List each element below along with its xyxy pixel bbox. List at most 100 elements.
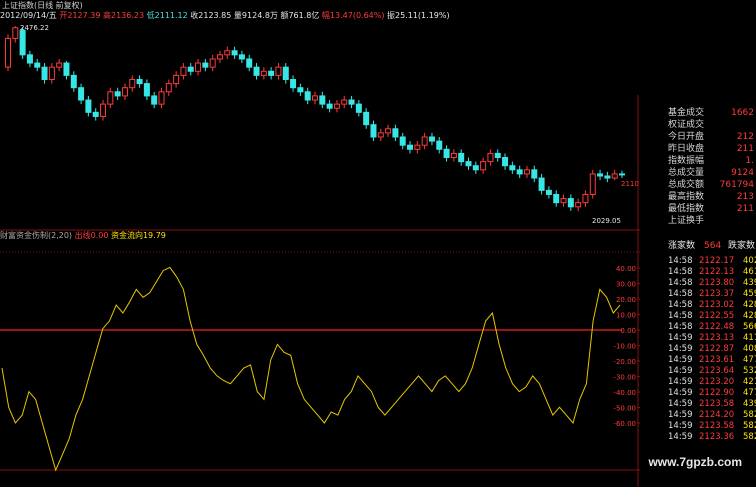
tick-price: 2123.37 — [699, 289, 735, 299]
tick-row: 14:59 2123.20 421 — [668, 377, 756, 388]
tick-volume: 477 — [743, 388, 756, 398]
tick-row: 14:58 2122.13 461 — [668, 267, 756, 278]
candle — [333, 100, 340, 113]
candle — [560, 194, 567, 207]
candle — [487, 149, 494, 166]
candle — [246, 54, 253, 72]
panel-row-label: 基金成交 — [668, 108, 705, 118]
candle — [619, 170, 625, 179]
candle — [158, 87, 165, 109]
tick-row: 14:58 2122.55 428 — [668, 311, 756, 322]
tick-volume: 582 — [743, 421, 756, 431]
tick-price: 2122.87 — [699, 344, 735, 354]
candle — [509, 161, 516, 174]
indicator-axis-label: 30.00 — [616, 281, 636, 289]
tick-price: 2122.55 — [699, 311, 735, 321]
panel-row-value: 9124 — [731, 168, 754, 178]
candle — [436, 136, 443, 154]
tick-time: 14:58 — [668, 311, 693, 321]
candle — [48, 63, 55, 84]
candle — [523, 165, 530, 179]
candle — [187, 63, 194, 76]
candle — [143, 79, 150, 101]
indicator-axis-label: -30.00 — [613, 374, 636, 382]
chart-canvas[interactable]: 2476.22 2029.05 2110 40.00 30.00 20.00 10.0… — [0, 0, 640, 487]
panel-row-label: 上证换手 — [668, 216, 705, 226]
fund-flow-line — [1, 266, 621, 472]
tick-volume: 532 — [743, 366, 756, 376]
candle — [465, 157, 472, 170]
tick-volume: 477 — [743, 355, 756, 365]
tick-time: 14:59 — [668, 366, 693, 376]
panel-row-value: 212 — [736, 132, 754, 142]
panel-row-label: 权证成交 — [668, 120, 705, 130]
candle — [129, 75, 136, 92]
tick-volume: 582 — [743, 410, 756, 420]
tick-row: 14:59 2123.58 439 — [668, 399, 756, 410]
tick-time: 14:59 — [668, 432, 693, 442]
candle — [290, 75, 297, 92]
tick-time: 14:58 — [668, 278, 693, 288]
candle — [114, 87, 121, 101]
panel-row: 最低指数 211 — [642, 203, 756, 215]
up-count: 564 — [704, 241, 722, 251]
candle — [428, 132, 435, 146]
tick-price: 2123.64 — [699, 366, 735, 376]
candle — [282, 63, 289, 84]
indicator-axis-label: -20.00 — [613, 358, 636, 366]
tick-price: 2123.20 — [699, 377, 735, 387]
candle — [85, 95, 92, 117]
tick-volume: 402 — [743, 256, 756, 266]
candle — [209, 54, 216, 72]
candle — [180, 63, 187, 80]
candle — [173, 71, 180, 88]
indicator-line1-value: 0.00 — [90, 231, 109, 240]
panel-row: 上证换手 — [642, 215, 756, 227]
candle — [319, 91, 326, 109]
candle — [458, 149, 465, 166]
tick-row: 14:59 2122.87 408 — [668, 344, 756, 355]
candle — [136, 75, 143, 88]
candle — [107, 87, 114, 109]
tick-volume: 582 — [743, 432, 756, 442]
panel-row: 昨日收盘 211 — [642, 143, 756, 155]
tick-time: 14:58 — [668, 322, 693, 332]
panel-row-value: 213 — [736, 192, 754, 202]
panel-row: 指数振幅 1. — [642, 155, 756, 167]
candle — [63, 61, 70, 80]
breadth-row: 涨家数 564 跌家数 — [640, 240, 756, 253]
price-axis-label: 2110 — [621, 180, 639, 188]
candle — [34, 58, 41, 72]
tick-price: 2123.61 — [699, 355, 735, 365]
tick-time: 14:59 — [668, 410, 693, 420]
indicator-axis-label: 20.00 — [616, 296, 636, 304]
indicator-line2-value: 19.79 — [142, 231, 166, 240]
tick-row: 14:58 2123.37 459 — [668, 289, 756, 300]
tick-price: 2123.13 — [699, 333, 735, 343]
indicator-header: 财富资金伤制(2,20) 出线0.00 资金流向19.79 — [0, 230, 166, 241]
tick-time: 14:59 — [668, 355, 693, 365]
candle — [341, 95, 348, 109]
candle — [238, 50, 245, 64]
tick-time: 14:58 — [668, 256, 693, 266]
candle — [121, 83, 128, 101]
tick-row: 14:59 2123.36 582 — [668, 432, 756, 443]
candlestick-series — [5, 26, 625, 212]
tick-row: 14:59 2123.61 477 — [668, 355, 756, 366]
tick-time: 14:58 — [668, 300, 693, 310]
indicator-axis-label: 0.00 — [620, 327, 636, 335]
tick-volume: 566 — [743, 322, 756, 332]
panel-row: 总成交额 761794 — [642, 179, 756, 191]
candle — [56, 58, 63, 72]
tick-time: 14:59 — [668, 333, 693, 343]
panel-row-value: 1662 — [731, 108, 754, 118]
tick-price: 2123.58 — [699, 399, 735, 409]
candle — [480, 157, 487, 174]
candle — [502, 153, 509, 170]
tick-price: 2122.90 — [699, 388, 735, 398]
tick-row: 14:58 2123.02 428 — [668, 300, 756, 311]
candle — [312, 91, 318, 105]
candle — [421, 132, 428, 150]
candle — [100, 100, 107, 121]
tick-row: 14:59 2123.13 411 — [668, 333, 756, 344]
